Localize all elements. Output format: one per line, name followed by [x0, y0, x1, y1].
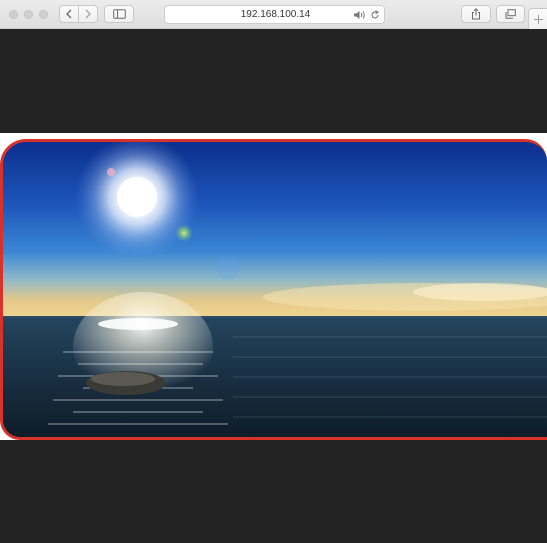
page-content [0, 29, 547, 543]
image-stage [0, 133, 547, 440]
tabs-overview-button[interactable] [496, 5, 525, 23]
zoom-window-button[interactable] [39, 10, 48, 19]
close-window-button[interactable] [9, 10, 18, 19]
reload-icon[interactable] [370, 10, 380, 20]
plus-icon [533, 14, 543, 24]
new-tab-button[interactable] [528, 8, 547, 29]
sea-sunset-image [3, 142, 547, 437]
chevron-left-icon [66, 9, 72, 19]
sidebar-button[interactable] [104, 5, 134, 23]
speaker-icon[interactable] [353, 10, 366, 20]
chevron-right-icon [85, 9, 91, 19]
tabs-icon [505, 9, 516, 19]
share-icon [472, 8, 480, 20]
forward-button[interactable] [78, 5, 98, 23]
sunset-photo [0, 139, 547, 440]
minimize-window-button[interactable] [24, 10, 33, 19]
address-bar[interactable]: 192.168.100.14 [164, 5, 385, 24]
browser-toolbar: 192.168.100.14 [0, 0, 547, 29]
back-button[interactable] [59, 5, 79, 23]
sidebar-icon [112, 9, 126, 19]
share-button[interactable] [461, 5, 491, 23]
